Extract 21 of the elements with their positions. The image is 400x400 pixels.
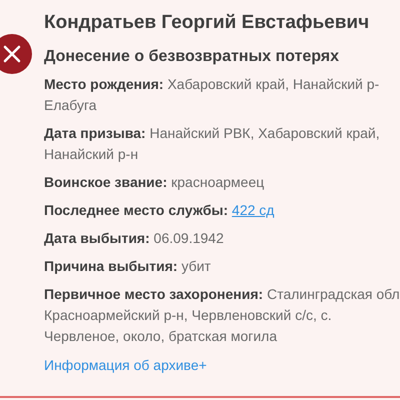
field-value: Хабаровский край, Нанайский р- [167,76,380,92]
field-value: убит [181,258,211,274]
field-label: Дата выбытия: [44,230,150,246]
field-label: Воинское звание: [44,174,168,190]
document-title: Донесение о безвозвратных потерях [44,47,340,67]
field-label: Дата призыва: [44,125,146,141]
field-value: Червленое, около, братская могила [44,328,278,344]
field-label: Последнее место службы: [44,202,228,218]
field-label: Место рождения: [44,76,164,92]
field-value: Красноармейский р-н, Червленовский с/с, с. [44,307,332,323]
field-label: Первичное место захоронения: [44,286,264,302]
field-value: Нанайский РВК, Хабаровский край, [150,125,380,141]
field-label: Причина выбытия: [44,258,178,274]
unit-link[interactable]: 422 сд [232,202,274,218]
field-value: Елабуга [44,97,97,113]
archive-info-link[interactable]: Информация об архиве+ [44,357,207,373]
field-value: Сталинградская обл [266,286,400,302]
field-value: красноармеец [171,174,264,190]
person-name: Кондратьев Георгий Евстафьевич [44,11,370,35]
field-value: Нанайский р-н [44,146,138,162]
field-value: 06.09.1942 [154,230,224,246]
